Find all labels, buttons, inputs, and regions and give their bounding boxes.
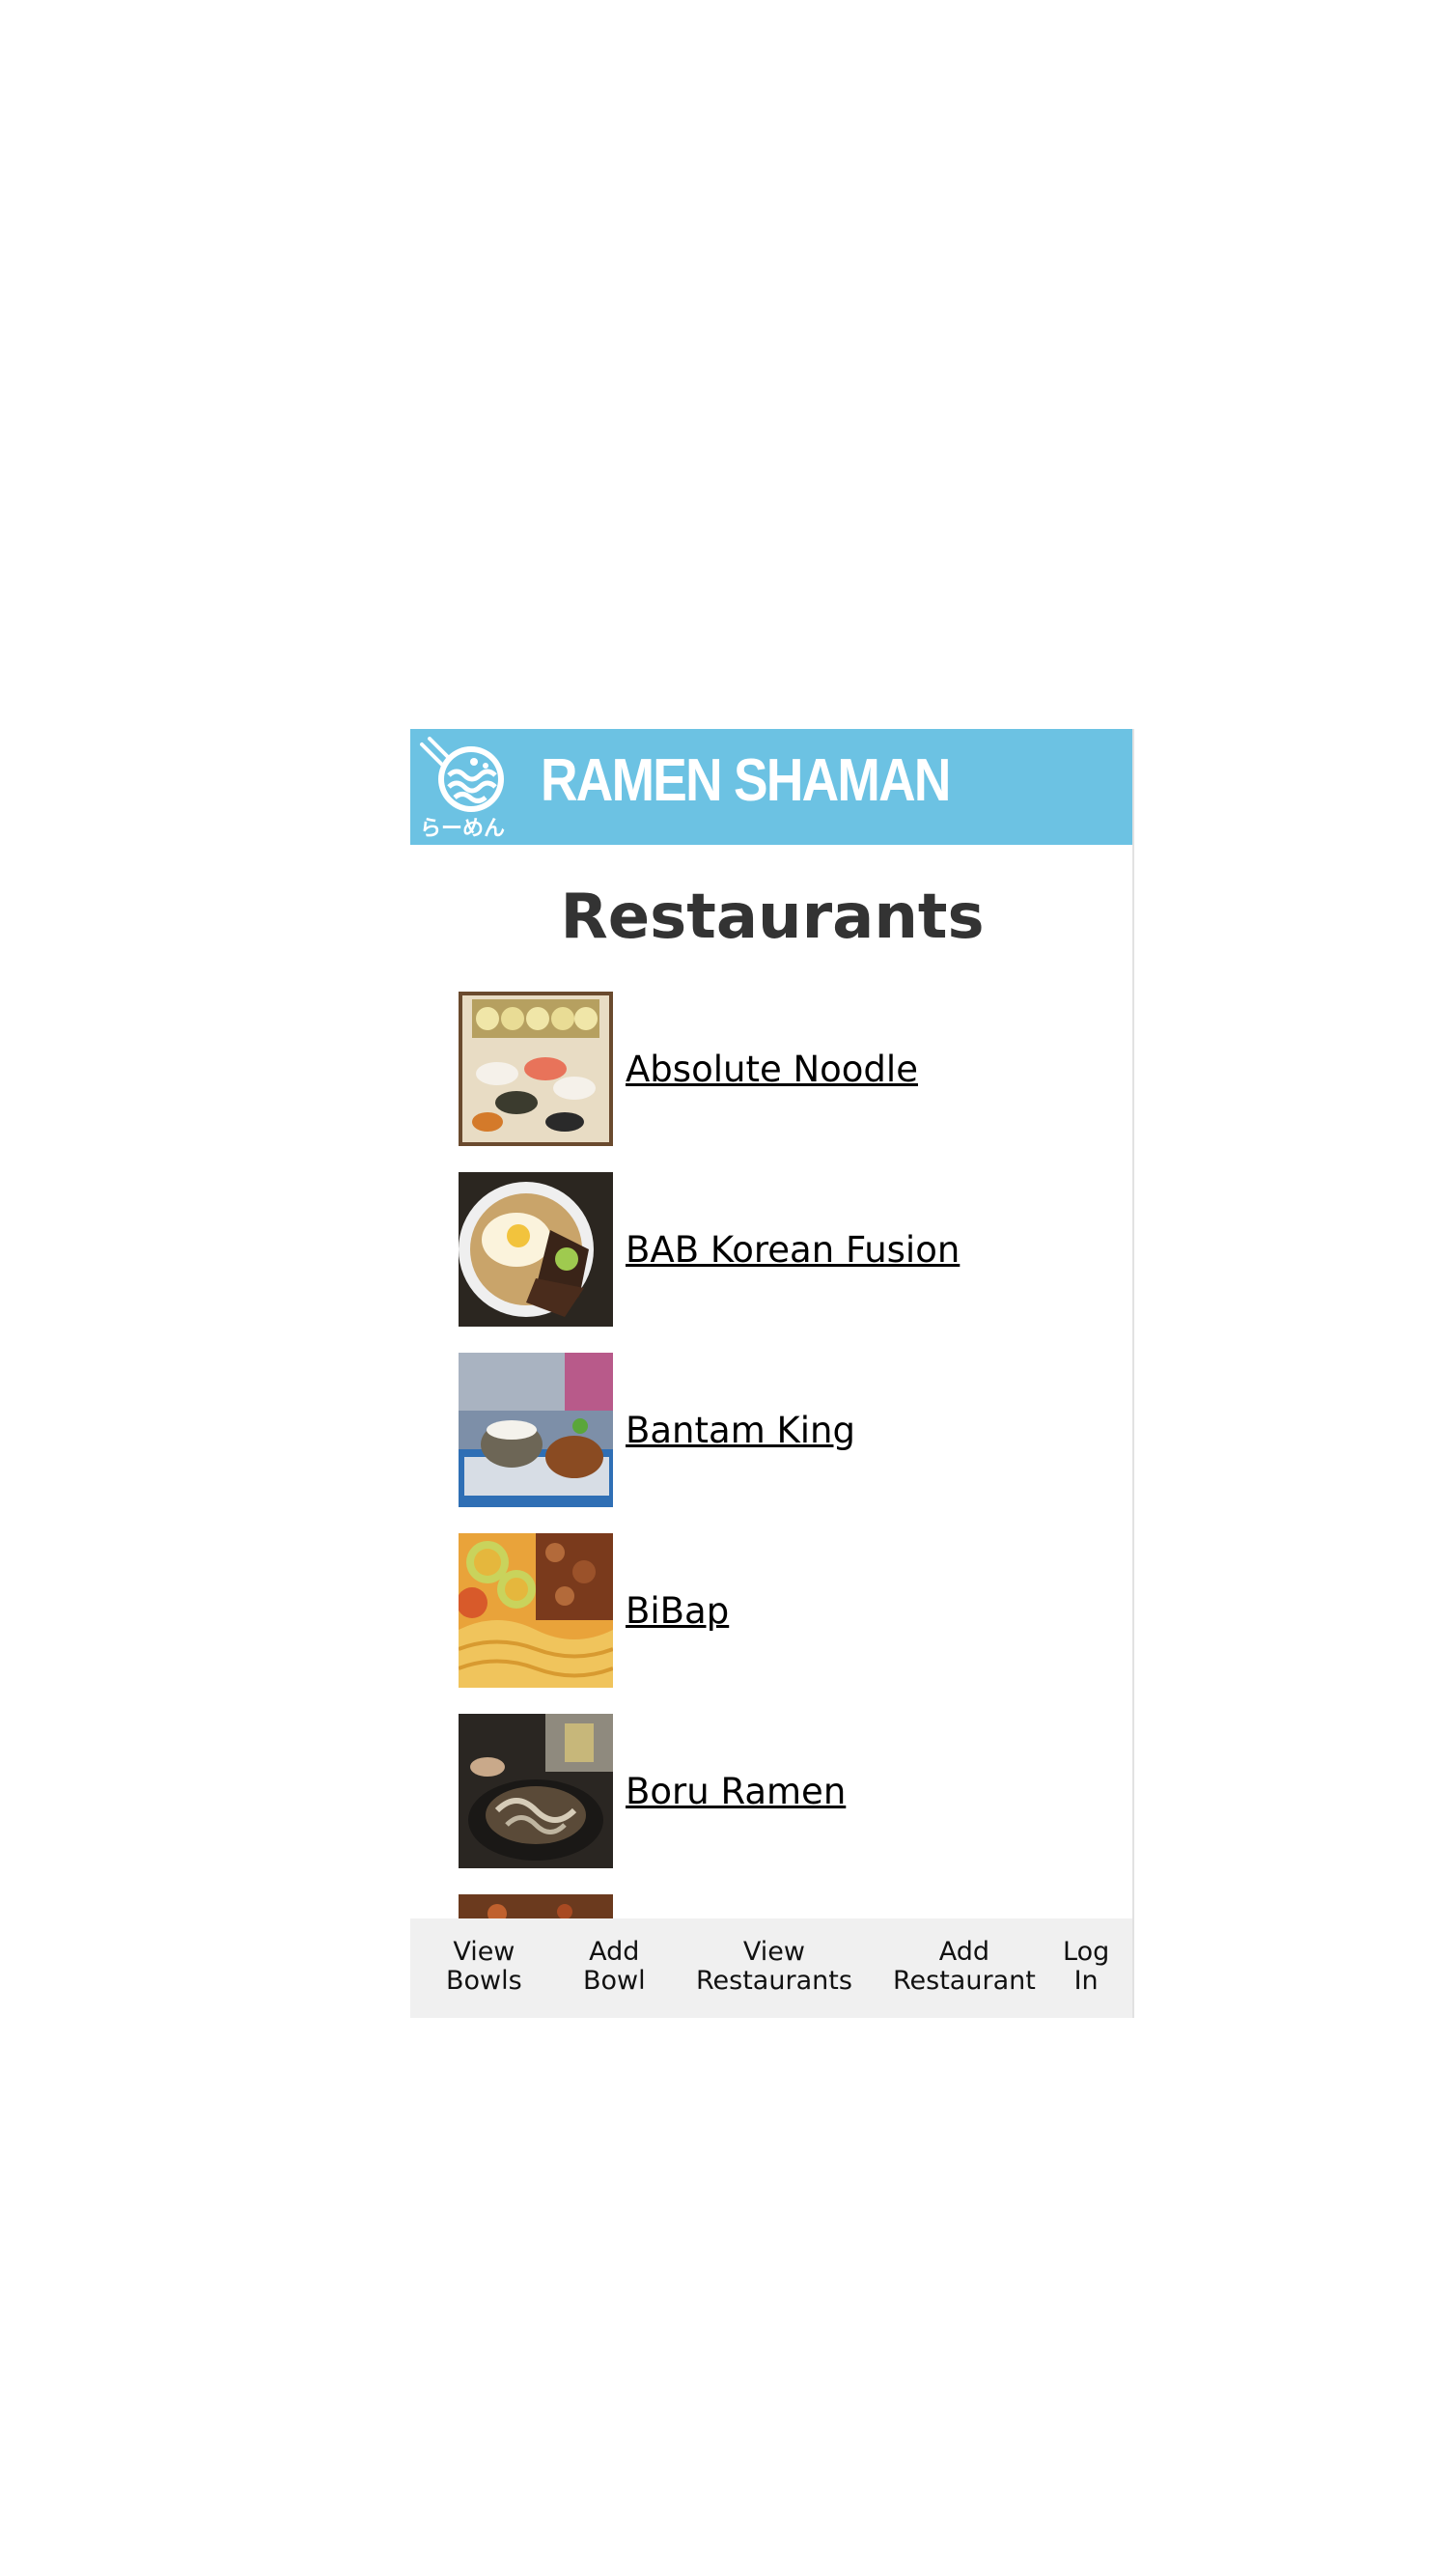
logo-caption: らーめん xyxy=(420,817,505,841)
nav-label-line1: Log xyxy=(1063,1937,1110,1967)
nav-label-line2: Restaurant xyxy=(893,1966,1036,1996)
app-frame: らーめん RAMEN SHAMAN Restaurants Absolute N… xyxy=(410,729,1134,2018)
restaurant-photo[interactable] xyxy=(459,992,613,1146)
nav-add-bowl[interactable]: Add Bowl xyxy=(583,1938,646,1996)
nav-label-line2: Bowl xyxy=(583,1966,646,1996)
nav-label-line2: In xyxy=(1073,1966,1099,1996)
restaurant-link[interactable]: Absolute Noodle xyxy=(626,1049,918,1090)
bottom-nav: View Bowls Add Bowl View Restaurants Add… xyxy=(410,1918,1132,2018)
restaurant-photo[interactable] xyxy=(459,1533,613,1688)
restaurant-photo[interactable] xyxy=(459,1172,613,1327)
ramen-bowl-logo-icon[interactable]: らーめん xyxy=(418,737,518,841)
nav-label-line1: View xyxy=(453,1937,515,1967)
nav-log-in[interactable]: Log In xyxy=(1063,1938,1109,1996)
nav-view-bowls[interactable]: View Bowls xyxy=(446,1938,522,1996)
list-item: BiBap xyxy=(459,1533,1115,1688)
list-item: Boru Ramen xyxy=(459,1714,1115,1868)
restaurant-link[interactable]: BiBap xyxy=(626,1590,729,1632)
nav-add-restaurant[interactable]: Add Restaurant xyxy=(893,1938,1036,1996)
restaurant-photo[interactable] xyxy=(459,1714,613,1868)
nav-label-line2: Bowls xyxy=(446,1966,522,1996)
restaurant-photo[interactable] xyxy=(459,1353,613,1507)
list-item: Bantam King xyxy=(459,1353,1115,1507)
restaurant-link[interactable]: BAB Korean Fusion xyxy=(626,1229,960,1271)
list-item: BAB Korean Fusion xyxy=(459,1172,1115,1327)
brand-title: RAMEN SHAMAN xyxy=(541,747,951,814)
app-header: らーめん RAMEN SHAMAN xyxy=(410,729,1132,845)
nav-label-line1: Add xyxy=(589,1937,640,1967)
list-item: Absolute Noodle xyxy=(459,992,1115,1146)
restaurant-link[interactable]: Bantam King xyxy=(626,1410,855,1451)
nav-label-line1: View xyxy=(742,1937,805,1967)
nav-label-line2: Restaurants xyxy=(696,1966,852,1996)
nav-label-line1: Add xyxy=(938,1937,990,1967)
restaurant-link[interactable]: Boru Ramen xyxy=(626,1771,846,1812)
restaurant-list: Absolute Noodle BAB Korean Fusion Bantam… xyxy=(459,992,1115,2018)
page-title: Restaurants xyxy=(560,882,985,953)
nav-view-restaurants[interactable]: View Restaurants xyxy=(696,1938,852,1996)
